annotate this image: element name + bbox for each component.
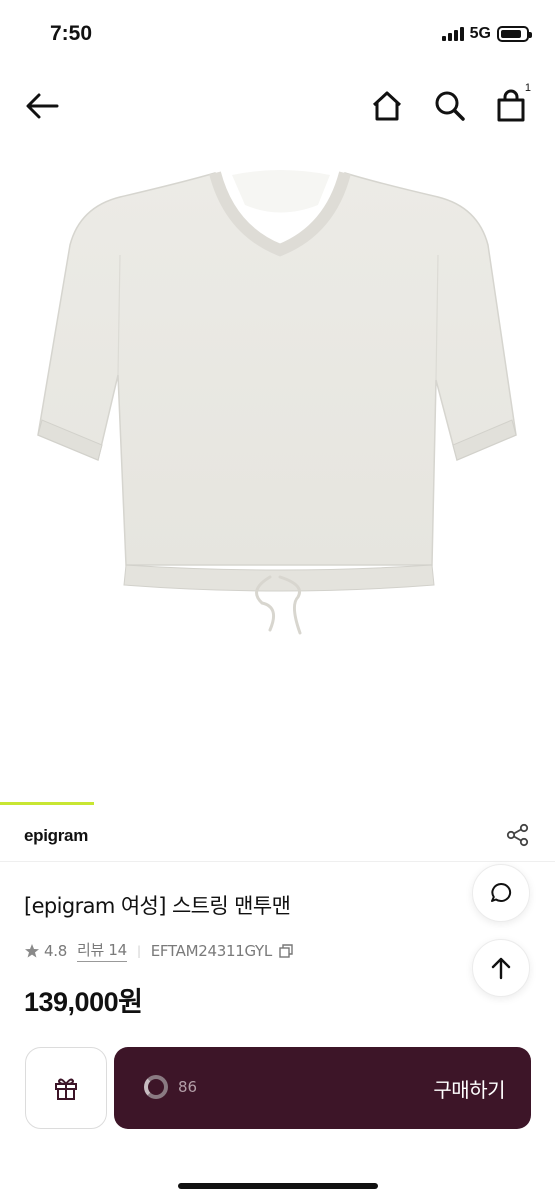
cart-count-badge: 1 bbox=[524, 82, 531, 94]
scroll-top-button[interactable] bbox=[472, 939, 530, 997]
copy-icon bbox=[279, 943, 293, 958]
buy-button-label: 구매하기 bbox=[433, 1078, 505, 1102]
chat-bubble-icon bbox=[491, 882, 512, 902]
product-title: [epigram 여성] 스트링 맨투맨 bbox=[24, 894, 291, 918]
like-icon bbox=[144, 1075, 168, 1099]
chat-button[interactable] bbox=[472, 864, 530, 922]
like-count: 86 bbox=[178, 1078, 198, 1096]
battery-icon bbox=[497, 26, 532, 42]
meta-divider: | bbox=[136, 943, 141, 958]
review-link[interactable]: 리뷰 14 bbox=[76, 939, 127, 962]
home-button[interactable] bbox=[365, 84, 409, 128]
image-progress-bar bbox=[0, 802, 555, 805]
image-progress-fill bbox=[0, 802, 95, 805]
network-label: 5G bbox=[469, 25, 491, 42]
share-icon bbox=[506, 823, 529, 847]
like-toggle[interactable]: 86 bbox=[144, 1075, 197, 1099]
brand-name-link[interactable]: epigram bbox=[24, 826, 88, 846]
search-button[interactable] bbox=[428, 84, 472, 128]
product-image[interactable] bbox=[0, 135, 555, 795]
status-bar: 7:50 5G bbox=[0, 0, 555, 70]
sweatshirt-image bbox=[37, 170, 517, 635]
signal-icon bbox=[441, 27, 464, 41]
gift-icon bbox=[55, 1078, 77, 1100]
home-icon bbox=[372, 91, 402, 121]
copy-code-button[interactable] bbox=[278, 943, 294, 959]
arrow-up-icon bbox=[491, 957, 511, 980]
arrow-left-icon bbox=[26, 93, 59, 119]
back-button[interactable] bbox=[20, 84, 64, 128]
product-code: EFTAM24311GYL bbox=[150, 941, 273, 960]
product-meta: 4.8 리뷰 14 | EFTAM24311GYL bbox=[24, 939, 294, 962]
buy-button[interactable]: 86 구매하기 bbox=[114, 1047, 531, 1129]
status-time: 7:50 bbox=[50, 22, 93, 45]
home-indicator bbox=[178, 1183, 378, 1189]
brand-row: epigram bbox=[0, 812, 555, 862]
share-button[interactable] bbox=[505, 822, 531, 848]
product-price: 139,000원 bbox=[24, 987, 143, 1017]
cart-button[interactable]: 1 bbox=[489, 82, 533, 128]
search-icon bbox=[435, 91, 465, 121]
star-icon bbox=[25, 943, 39, 957]
battery-level bbox=[501, 30, 522, 38]
nav-bar: 1 bbox=[0, 78, 555, 132]
status-indicators: 5G bbox=[441, 25, 532, 43]
shopping-bag-icon bbox=[497, 89, 525, 122]
rating-value: 4.8 bbox=[44, 941, 67, 960]
gift-button[interactable] bbox=[25, 1047, 107, 1129]
